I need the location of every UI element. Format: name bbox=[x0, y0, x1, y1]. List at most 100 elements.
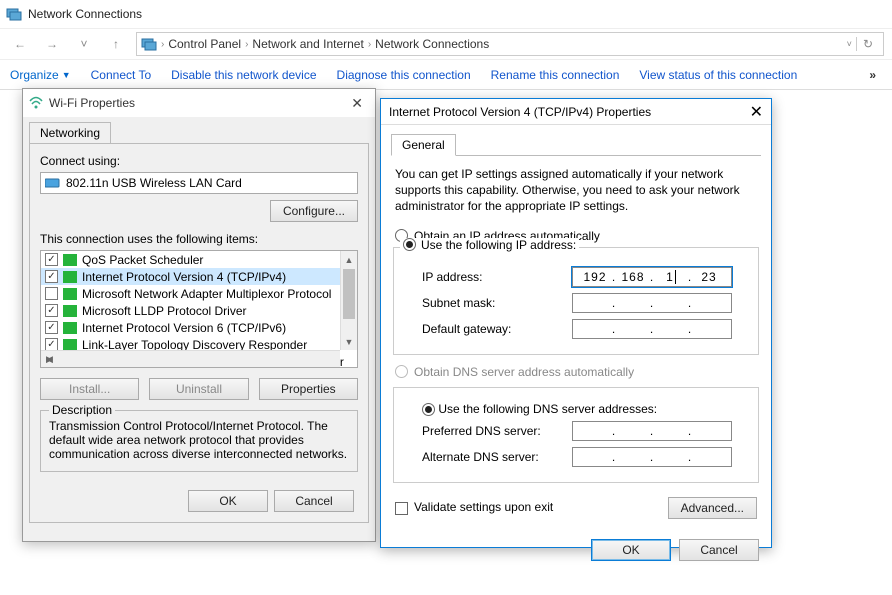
configure-button[interactable]: Configure... bbox=[270, 200, 358, 222]
properties-button[interactable]: Properties bbox=[259, 378, 358, 400]
advanced-button[interactable]: Advanced... bbox=[668, 497, 757, 519]
breadcrumb[interactable]: › Control Panel › Network and Internet ›… bbox=[136, 32, 884, 56]
ok-button[interactable]: OK bbox=[591, 539, 671, 561]
alternate-dns-input[interactable]: ... bbox=[572, 447, 732, 467]
dialog-title: Wi-Fi Properties bbox=[49, 96, 135, 110]
dialog-titlebar[interactable]: Internet Protocol Version 4 (TCP/IPv4) P… bbox=[381, 99, 771, 125]
validate-settings-checkbox[interactable]: Validate settings upon exit bbox=[395, 500, 553, 514]
nav-up-button[interactable]: ↑ bbox=[104, 32, 128, 56]
description-text: Transmission Control Protocol/Internet P… bbox=[49, 419, 349, 461]
list-item-label: Microsoft LLDP Protocol Driver bbox=[82, 304, 247, 318]
network-icon bbox=[6, 6, 22, 22]
tab-networking[interactable]: Networking bbox=[29, 122, 111, 144]
cancel-button[interactable]: Cancel bbox=[274, 490, 354, 512]
adapter-field: 802.11n USB Wireless LAN Card bbox=[40, 172, 358, 194]
networking-panel: Connect using: 802.11n USB Wireless LAN … bbox=[29, 143, 369, 523]
install-button[interactable]: Install... bbox=[40, 378, 139, 400]
preferred-dns-label: Preferred DNS server: bbox=[422, 424, 572, 438]
use-following-dns-radio[interactable]: Use the following DNS server addresses: bbox=[422, 402, 748, 416]
description-legend: Description bbox=[49, 403, 115, 417]
ok-button[interactable]: OK bbox=[188, 490, 268, 512]
subnet-mask-input[interactable]: ... bbox=[572, 293, 732, 313]
manual-dns-group: Use the following DNS server addresses: … bbox=[393, 387, 759, 483]
chevron-right-icon[interactable]: › bbox=[368, 39, 371, 50]
organize-menu[interactable]: Organize ▼ bbox=[10, 68, 71, 82]
radio-label: Use the following IP address: bbox=[421, 238, 576, 252]
checkbox-icon[interactable]: ✓ bbox=[45, 321, 58, 334]
adapter-name: 802.11n USB Wireless LAN Card bbox=[66, 176, 242, 190]
nav-bar: ← → ˅ ↑ › Control Panel › Network and In… bbox=[0, 28, 892, 60]
list-item[interactable]: ✓Internet Protocol Version 4 (TCP/IPv4) bbox=[41, 268, 357, 285]
manual-ip-group: Use the following IP address: IP address… bbox=[393, 247, 759, 355]
nav-forward-button[interactable]: → bbox=[40, 32, 64, 56]
protocol-icon bbox=[63, 305, 77, 317]
breadcrumb-item[interactable]: Network and Internet bbox=[252, 37, 363, 51]
checkbox-icon[interactable]: ✓ bbox=[45, 270, 58, 283]
cancel-button[interactable]: Cancel bbox=[679, 539, 759, 561]
tab-strip: Networking bbox=[23, 117, 375, 143]
radio-icon bbox=[395, 365, 408, 378]
scroll-right-arrow[interactable]: ▶ bbox=[41, 351, 58, 368]
breadcrumb-dropdown[interactable]: ˅ bbox=[847, 39, 852, 49]
protocol-icon bbox=[63, 339, 77, 351]
window-title: Network Connections bbox=[28, 7, 142, 21]
preferred-dns-input[interactable]: ... bbox=[572, 421, 732, 441]
protocol-icon bbox=[63, 322, 77, 334]
organize-label: Organize bbox=[10, 68, 59, 82]
horizontal-scrollbar[interactable]: ◀ ▶ bbox=[41, 350, 340, 367]
list-item-label: Internet Protocol Version 6 (TCP/IPv6) bbox=[82, 321, 286, 335]
view-status-link[interactable]: View status of this connection bbox=[639, 68, 797, 82]
rename-link[interactable]: Rename this connection bbox=[491, 68, 620, 82]
disable-device-link[interactable]: Disable this network device bbox=[171, 68, 316, 82]
scroll-thumb[interactable] bbox=[343, 269, 355, 319]
close-button[interactable]: ✕ bbox=[750, 102, 763, 122]
uninstall-button[interactable]: Uninstall bbox=[149, 378, 248, 400]
alternate-dns-label: Alternate DNS server: bbox=[422, 450, 572, 464]
chevron-right-icon[interactable]: › bbox=[245, 39, 248, 50]
checkbox-icon[interactable]: ✓ bbox=[45, 253, 58, 266]
chevron-right-icon[interactable]: › bbox=[161, 39, 164, 50]
breadcrumb-item[interactable]: Network Connections bbox=[375, 37, 489, 51]
checkbox-label: Validate settings upon exit bbox=[414, 500, 553, 514]
list-item-label: QoS Packet Scheduler bbox=[82, 253, 203, 267]
wifi-icon bbox=[29, 96, 43, 110]
checkbox-icon bbox=[395, 502, 408, 515]
nav-back-button[interactable]: ← bbox=[8, 32, 32, 56]
list-item[interactable]: Microsoft Network Adapter Multiplexor Pr… bbox=[41, 285, 357, 302]
overflow-button[interactable]: » bbox=[863, 68, 882, 82]
list-item[interactable]: ✓ QoS Packet Scheduler bbox=[41, 251, 357, 268]
connect-to-link[interactable]: Connect To bbox=[91, 68, 152, 82]
default-gateway-label: Default gateway: bbox=[422, 322, 572, 336]
checkbox-icon[interactable] bbox=[45, 287, 58, 300]
list-item[interactable]: ✓ Microsoft LLDP Protocol Driver bbox=[41, 302, 357, 319]
list-item[interactable]: ✓ Internet Protocol Version 6 (TCP/IPv6) bbox=[41, 319, 357, 336]
radio-icon bbox=[422, 403, 435, 416]
ip-address-label: IP address: bbox=[422, 270, 572, 284]
scroll-down-arrow[interactable]: ▼ bbox=[341, 333, 357, 350]
use-following-ip-radio[interactable]: Use the following IP address: bbox=[400, 238, 579, 252]
default-gateway-input[interactable]: ... bbox=[572, 319, 732, 339]
subnet-mask-label: Subnet mask: bbox=[422, 296, 572, 310]
diagnose-link[interactable]: Diagnose this connection bbox=[337, 68, 471, 82]
dialog-titlebar[interactable]: Wi-Fi Properties ✕ bbox=[23, 89, 375, 117]
dialog-title: Internet Protocol Version 4 (TCP/IPv4) P… bbox=[389, 105, 651, 119]
vertical-scrollbar[interactable]: ▲ ▼ bbox=[340, 251, 357, 350]
refresh-button[interactable]: ↻ bbox=[856, 37, 879, 51]
breadcrumb-item[interactable]: Control Panel bbox=[168, 37, 241, 51]
protocol-icon bbox=[63, 271, 77, 283]
network-icon bbox=[141, 36, 157, 52]
scroll-up-arrow[interactable]: ▲ bbox=[341, 251, 357, 268]
window-titlebar: Network Connections bbox=[0, 0, 892, 28]
tab-general[interactable]: General bbox=[391, 134, 456, 156]
connection-items-list[interactable]: ✓QoS Packet Scheduler✓Internet Protocol … bbox=[40, 250, 358, 368]
checkbox-icon[interactable]: ✓ bbox=[45, 304, 58, 317]
wifi-properties-dialog: Wi-Fi Properties ✕ Networking Connect us… bbox=[22, 88, 376, 542]
radio-label: Use the following DNS server addresses: bbox=[438, 402, 657, 416]
ip-address-input[interactable]: 192. 168. 1. 23 bbox=[572, 267, 732, 287]
adapter-icon bbox=[45, 177, 61, 189]
obtain-dns-auto-radio: Obtain DNS server address automatically bbox=[391, 363, 761, 381]
tcpip-properties-dialog: Internet Protocol Version 4 (TCP/IPv4) P… bbox=[380, 98, 772, 548]
description-text: You can get IP settings assigned automat… bbox=[395, 166, 757, 215]
close-button[interactable]: ✕ bbox=[345, 95, 369, 112]
nav-recent-dropdown[interactable]: ˅ bbox=[72, 32, 96, 56]
